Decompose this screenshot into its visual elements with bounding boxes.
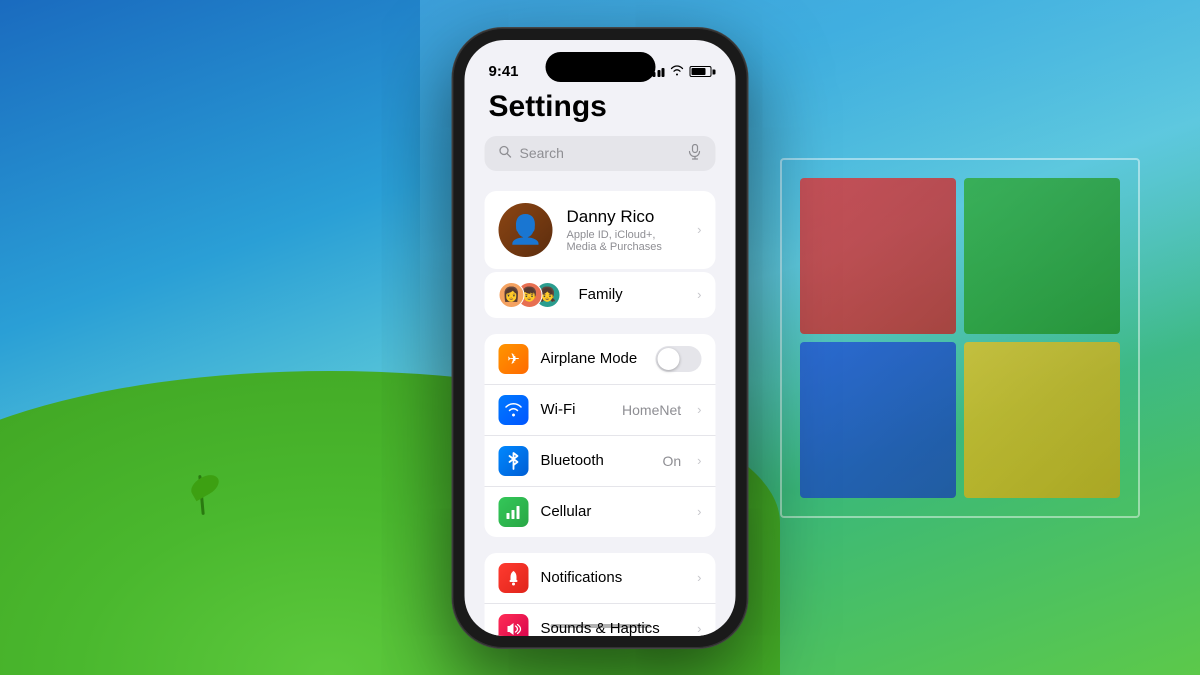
sounds-chevron: › [697,621,701,636]
settings-row-notifications[interactable]: Notifications › [485,553,716,604]
status-time: 9:41 [489,63,519,80]
settings-row-bluetooth[interactable]: Bluetooth On › [485,436,716,487]
search-placeholder: Search [520,145,681,161]
wifi-chevron: › [697,402,701,417]
windows-pane-yellow [964,342,1120,498]
plant-decoration [190,435,250,515]
profile-name: Danny Rico [567,207,684,227]
profile-row[interactable]: 👤 Danny Rico Apple ID, iCloud+, Media & … [485,191,716,269]
sounds-label: Sounds & Haptics [541,620,686,636]
home-indicator [550,624,650,628]
windows-logo [800,178,1120,498]
sounds-icon [499,614,529,636]
settings-group-connectivity: ✈ Airplane Mode [485,334,716,537]
toggle-knob [658,348,680,370]
profile-subtitle: Apple ID, iCloud+, Media & Purchases [567,229,684,253]
search-icon [499,145,512,161]
family-chevron: › [697,287,701,302]
phone-wrapper: 9:41 [453,28,748,648]
windows-pane-red [800,178,956,334]
status-icons [648,65,712,79]
settings-row-sounds[interactable]: Sounds & Haptics › [485,604,716,636]
windows-pane-green [964,178,1120,334]
battery-icon [690,66,712,77]
settings-row-wifi[interactable]: Wi-Fi HomeNet › [485,385,716,436]
family-avatar-1: 👩 [499,282,525,308]
family-row[interactable]: 👩 👦 👧 Family › [485,272,716,318]
bluetooth-value: On [662,453,681,469]
bluetooth-icon [499,446,529,476]
cellular-label: Cellular [541,503,686,520]
notifications-chevron: › [697,570,701,585]
windows-pane-blue [800,342,956,498]
wifi-value: HomeNet [622,402,681,418]
phone-frame: 9:41 [453,28,748,648]
family-label: Family [579,286,688,303]
wifi-label: Wi-Fi [541,401,611,418]
settings-title: Settings [485,90,716,124]
battery-fill [692,68,706,75]
bluetooth-label: Bluetooth [541,452,651,469]
airplane-mode-label: Airplane Mode [541,350,644,367]
wifi-icon [499,395,529,425]
search-bar[interactable]: Search [485,136,716,171]
settings-row-airplane-mode[interactable]: ✈ Airplane Mode [485,334,716,385]
wifi-status-icon [670,65,685,79]
bluetooth-chevron: › [697,453,701,468]
family-avatars: 👩 👦 👧 [499,282,553,308]
airplane-mode-icon: ✈ [499,344,529,374]
windows-logo-grid [800,178,1120,498]
mic-icon [689,144,702,163]
cellular-icon [499,497,529,527]
airplane-mode-toggle[interactable] [656,346,702,372]
settings-row-cellular[interactable]: Cellular › [485,487,716,537]
profile-chevron: › [697,222,701,237]
notifications-label: Notifications [541,569,686,586]
settings-content: Settings Search [465,90,736,636]
profile-info: Danny Rico Apple ID, iCloud+, Media & Pu… [567,207,684,253]
notifications-icon [499,563,529,593]
phone-screen: 9:41 [465,40,736,636]
avatar: 👤 [499,203,553,257]
dynamic-island [545,52,655,82]
cellular-chevron: › [697,504,701,519]
